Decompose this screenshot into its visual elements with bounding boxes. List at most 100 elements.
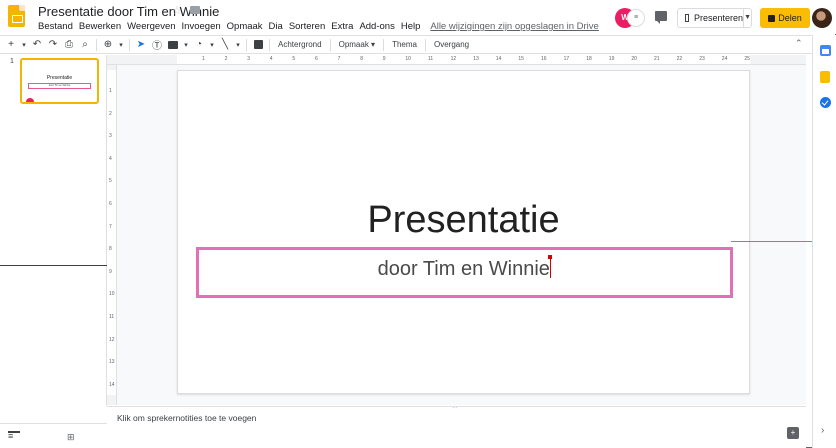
ruler-horizontal-number: 22: [676, 56, 683, 62]
ruler-vertical-number: 13: [109, 359, 115, 366]
new-slide-dropdown-icon[interactable]: ▾: [21, 37, 27, 52]
ruler-horizontal-number: 12: [450, 56, 457, 62]
speaker-notes-panel[interactable]: · · · Klik om sprekernotities toe te voe…: [107, 405, 806, 448]
ruler-horizontal-number: 18: [586, 56, 592, 62]
toolbar-divider: [96, 38, 97, 51]
grid-view-icon[interactable]: ⊞: [67, 432, 75, 443]
user-avatar[interactable]: [812, 8, 832, 28]
ruler-horizontal[interactable]: 1 2 3 4 5 6 7 8 9 10 11 12 13 14 15 16 17 18 19 20 21 22 23 24 2…: [107, 55, 806, 65]
select-tool-icon[interactable]: ➤: [135, 37, 147, 52]
ruler-vertical-number: 12: [109, 336, 115, 343]
slide-title[interactable]: Presentatie: [178, 199, 749, 242]
ruler-horizontal-number: 15: [518, 56, 524, 62]
notes-resize-handle[interactable]: · · ·: [452, 405, 457, 411]
add-comment-icon[interactable]: [252, 37, 264, 52]
ruler-horizontal-number: 24: [721, 56, 728, 62]
toolbar-divider: [246, 38, 247, 51]
presence-chat-icon[interactable]: ≡: [627, 9, 645, 27]
menu-help[interactable]: Help: [401, 21, 424, 32]
comment-history-icon[interactable]: [655, 11, 667, 24]
print-icon[interactable]: ⎙: [63, 37, 75, 52]
menu-opmaak[interactable]: Opmaak: [227, 21, 266, 32]
keep-icon[interactable]: [820, 71, 830, 83]
ruler-horizontal-number: 6: [315, 56, 318, 62]
ruler-horizontal-number: 9: [382, 56, 386, 62]
ruler-vertical-number: 8: [109, 246, 112, 253]
ruler-vertical-number: 11: [109, 314, 115, 320]
slide-canvas[interactable]: Presentatie door Tim en Winnie: [117, 65, 806, 405]
ruler-horizontal-number: 19: [608, 56, 615, 62]
menu-bewerken[interactable]: Bewerken: [79, 21, 124, 32]
insert-image-icon[interactable]: [167, 37, 179, 52]
line-icon[interactable]: ╲: [219, 37, 231, 52]
zoom-dropdown-icon[interactable]: ▾: [118, 37, 124, 52]
ruler-horizontal-number: 25: [744, 56, 750, 62]
subtitle-text-box[interactable]: door Tim en Winnie: [196, 247, 733, 298]
shape-icon[interactable]: ◔: [193, 37, 205, 52]
ruler-vertical[interactable]: 1 2 3 4 5 6 7 8 9 10 11 12 13 14: [107, 65, 117, 405]
folder-icon[interactable]: [190, 6, 200, 14]
new-slide-icon[interactable]: +: [5, 37, 17, 52]
thumbnail-subtitle: door Tim en Winnie: [28, 83, 91, 89]
menu-weergeven[interactable]: Weergeven: [127, 21, 178, 32]
redo-icon[interactable]: ↷: [47, 37, 59, 52]
toolbar: + ▾ ↶ ↷ ⎙ ⌕ ⊕ ▾ ➤ Ⓣ ▾ ◔ ▾ ╲ ▾ Achtergron…: [0, 35, 812, 54]
collaborator-cursor: [548, 255, 552, 278]
expand-panel-icon[interactable]: ›: [821, 425, 824, 436]
calendar-icon[interactable]: [820, 45, 831, 56]
ruler-horizontal-number: 8: [360, 56, 363, 62]
ruler-horizontal-number: 4: [269, 56, 273, 62]
filmstrip: 1 Presentatie door Tim en Winnie: [0, 55, 107, 406]
slide-subtitle-text: door Tim en Winnie: [377, 258, 550, 280]
slide[interactable]: Presentatie door Tim en Winnie: [177, 70, 750, 394]
paint-format-icon[interactable]: ⌕: [79, 37, 91, 52]
slides-logo-icon[interactable]: [8, 5, 25, 27]
ruler-horizontal-number: 13: [473, 56, 479, 62]
ruler-horizontal-number: 16: [541, 56, 547, 62]
theme-button[interactable]: Thema: [389, 37, 420, 52]
menu-invoegen[interactable]: Invoegen: [182, 21, 224, 32]
toolbar-divider: [129, 38, 130, 51]
present-icon: [685, 14, 690, 22]
tasks-icon[interactable]: [820, 97, 831, 108]
ruler-horizontal-number: 7: [337, 56, 341, 62]
menu-add-ons[interactable]: Add-ons: [359, 21, 397, 32]
zoom-icon[interactable]: ⊕: [102, 37, 114, 52]
undo-icon[interactable]: ↶: [31, 37, 43, 52]
image-dropdown-icon[interactable]: ▾: [183, 37, 189, 52]
ruler-horizontal-number: 20: [631, 56, 637, 62]
menu-sorteren[interactable]: Sorteren: [289, 21, 328, 32]
list-view-icon[interactable]: ≡: [8, 431, 20, 441]
side-panel: ›: [812, 35, 836, 448]
background-button[interactable]: Achtergrond: [275, 37, 325, 52]
ruler-vertical-number: 4: [109, 155, 112, 162]
explore-icon[interactable]: +: [787, 427, 799, 439]
save-status-link[interactable]: Alle wijzigingen zijn opgeslagen in Driv…: [430, 21, 601, 32]
slide-subtitle[interactable]: door Tim en Winnie: [199, 255, 730, 281]
ruler-horizontal-number: 2: [224, 56, 228, 62]
ruler-vertical-number: 14: [109, 381, 115, 388]
text-box-icon[interactable]: Ⓣ: [151, 37, 163, 52]
ruler-vertical-number: 1: [109, 88, 112, 94]
ruler-horizontal-number: 17: [563, 56, 570, 62]
present-button[interactable]: Presenteren ▼: [677, 8, 752, 28]
share-button[interactable]: Delen: [760, 8, 810, 28]
toolbar-divider: [383, 38, 385, 51]
present-dropdown-icon[interactable]: ▼: [743, 9, 751, 27]
star-icon[interactable]: ☆: [172, 4, 182, 17]
transition-button[interactable]: Overgang: [431, 37, 472, 52]
line-dropdown-icon[interactable]: ▾: [235, 37, 241, 52]
menu-bestand[interactable]: Bestand: [38, 21, 76, 32]
collapse-toolbar-icon[interactable]: ⌃: [795, 38, 803, 49]
layout-button[interactable]: Opmaak ▾: [336, 37, 378, 52]
speaker-notes-placeholder[interactable]: Klik om sprekernotities toe te voegen: [117, 413, 256, 423]
toolbar-divider: [329, 38, 331, 51]
ruler-vertical-number: 6: [109, 201, 112, 207]
ruler-vertical-number: 10: [109, 291, 115, 298]
guide-line: [0, 265, 107, 266]
ruler-vertical-number: 2: [109, 110, 112, 117]
shape-dropdown-icon[interactable]: ▾: [209, 37, 215, 52]
menu-dia[interactable]: Dia: [269, 21, 286, 32]
menu-extra[interactable]: Extra: [331, 21, 356, 32]
slide-thumbnail[interactable]: Presentatie door Tim en Winnie: [20, 58, 99, 104]
